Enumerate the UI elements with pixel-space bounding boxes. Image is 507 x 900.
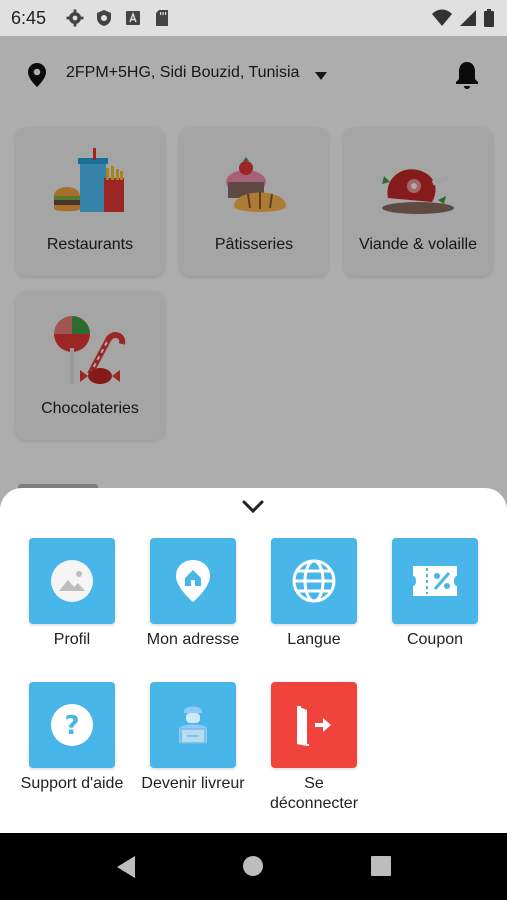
status-bar: 6:45 bbox=[0, 0, 507, 36]
battery-icon bbox=[483, 9, 495, 32]
menu-label: Mon adresse bbox=[146, 631, 240, 648]
menu-label: Support d'aide bbox=[20, 775, 124, 792]
coupon-icon bbox=[392, 538, 478, 624]
signal-icon bbox=[459, 9, 477, 32]
globe-icon bbox=[271, 538, 357, 624]
profile-image-icon bbox=[29, 538, 115, 624]
back-icon[interactable] bbox=[115, 855, 137, 884]
menu-label: Devenir livreur bbox=[141, 775, 245, 792]
sd-card-icon bbox=[153, 9, 171, 27]
menu-label: Coupon bbox=[406, 631, 464, 648]
menu-label: Profil bbox=[53, 631, 91, 648]
wifi-icon bbox=[431, 9, 453, 32]
bottom-sheet-menu: Profil Mon adresse Langue Coupon ? Suppo… bbox=[0, 488, 507, 833]
gear-icon bbox=[66, 9, 84, 27]
home-icon[interactable] bbox=[242, 855, 264, 882]
system-nav-bar bbox=[0, 833, 507, 900]
recents-icon[interactable] bbox=[370, 855, 392, 882]
logout-icon bbox=[271, 682, 357, 768]
home-location-icon bbox=[150, 538, 236, 624]
shield-icon bbox=[95, 9, 113, 27]
menu-label: Se déconnecter bbox=[269, 775, 359, 812]
help-icon: ? bbox=[29, 682, 115, 768]
menu-label: Langue bbox=[287, 631, 341, 648]
delivery-person-icon bbox=[150, 682, 236, 768]
chevron-down-icon[interactable] bbox=[242, 500, 264, 519]
svg-text:?: ? bbox=[64, 711, 79, 741]
status-time: 6:45 bbox=[11, 8, 47, 28]
app-a-icon bbox=[124, 9, 142, 27]
